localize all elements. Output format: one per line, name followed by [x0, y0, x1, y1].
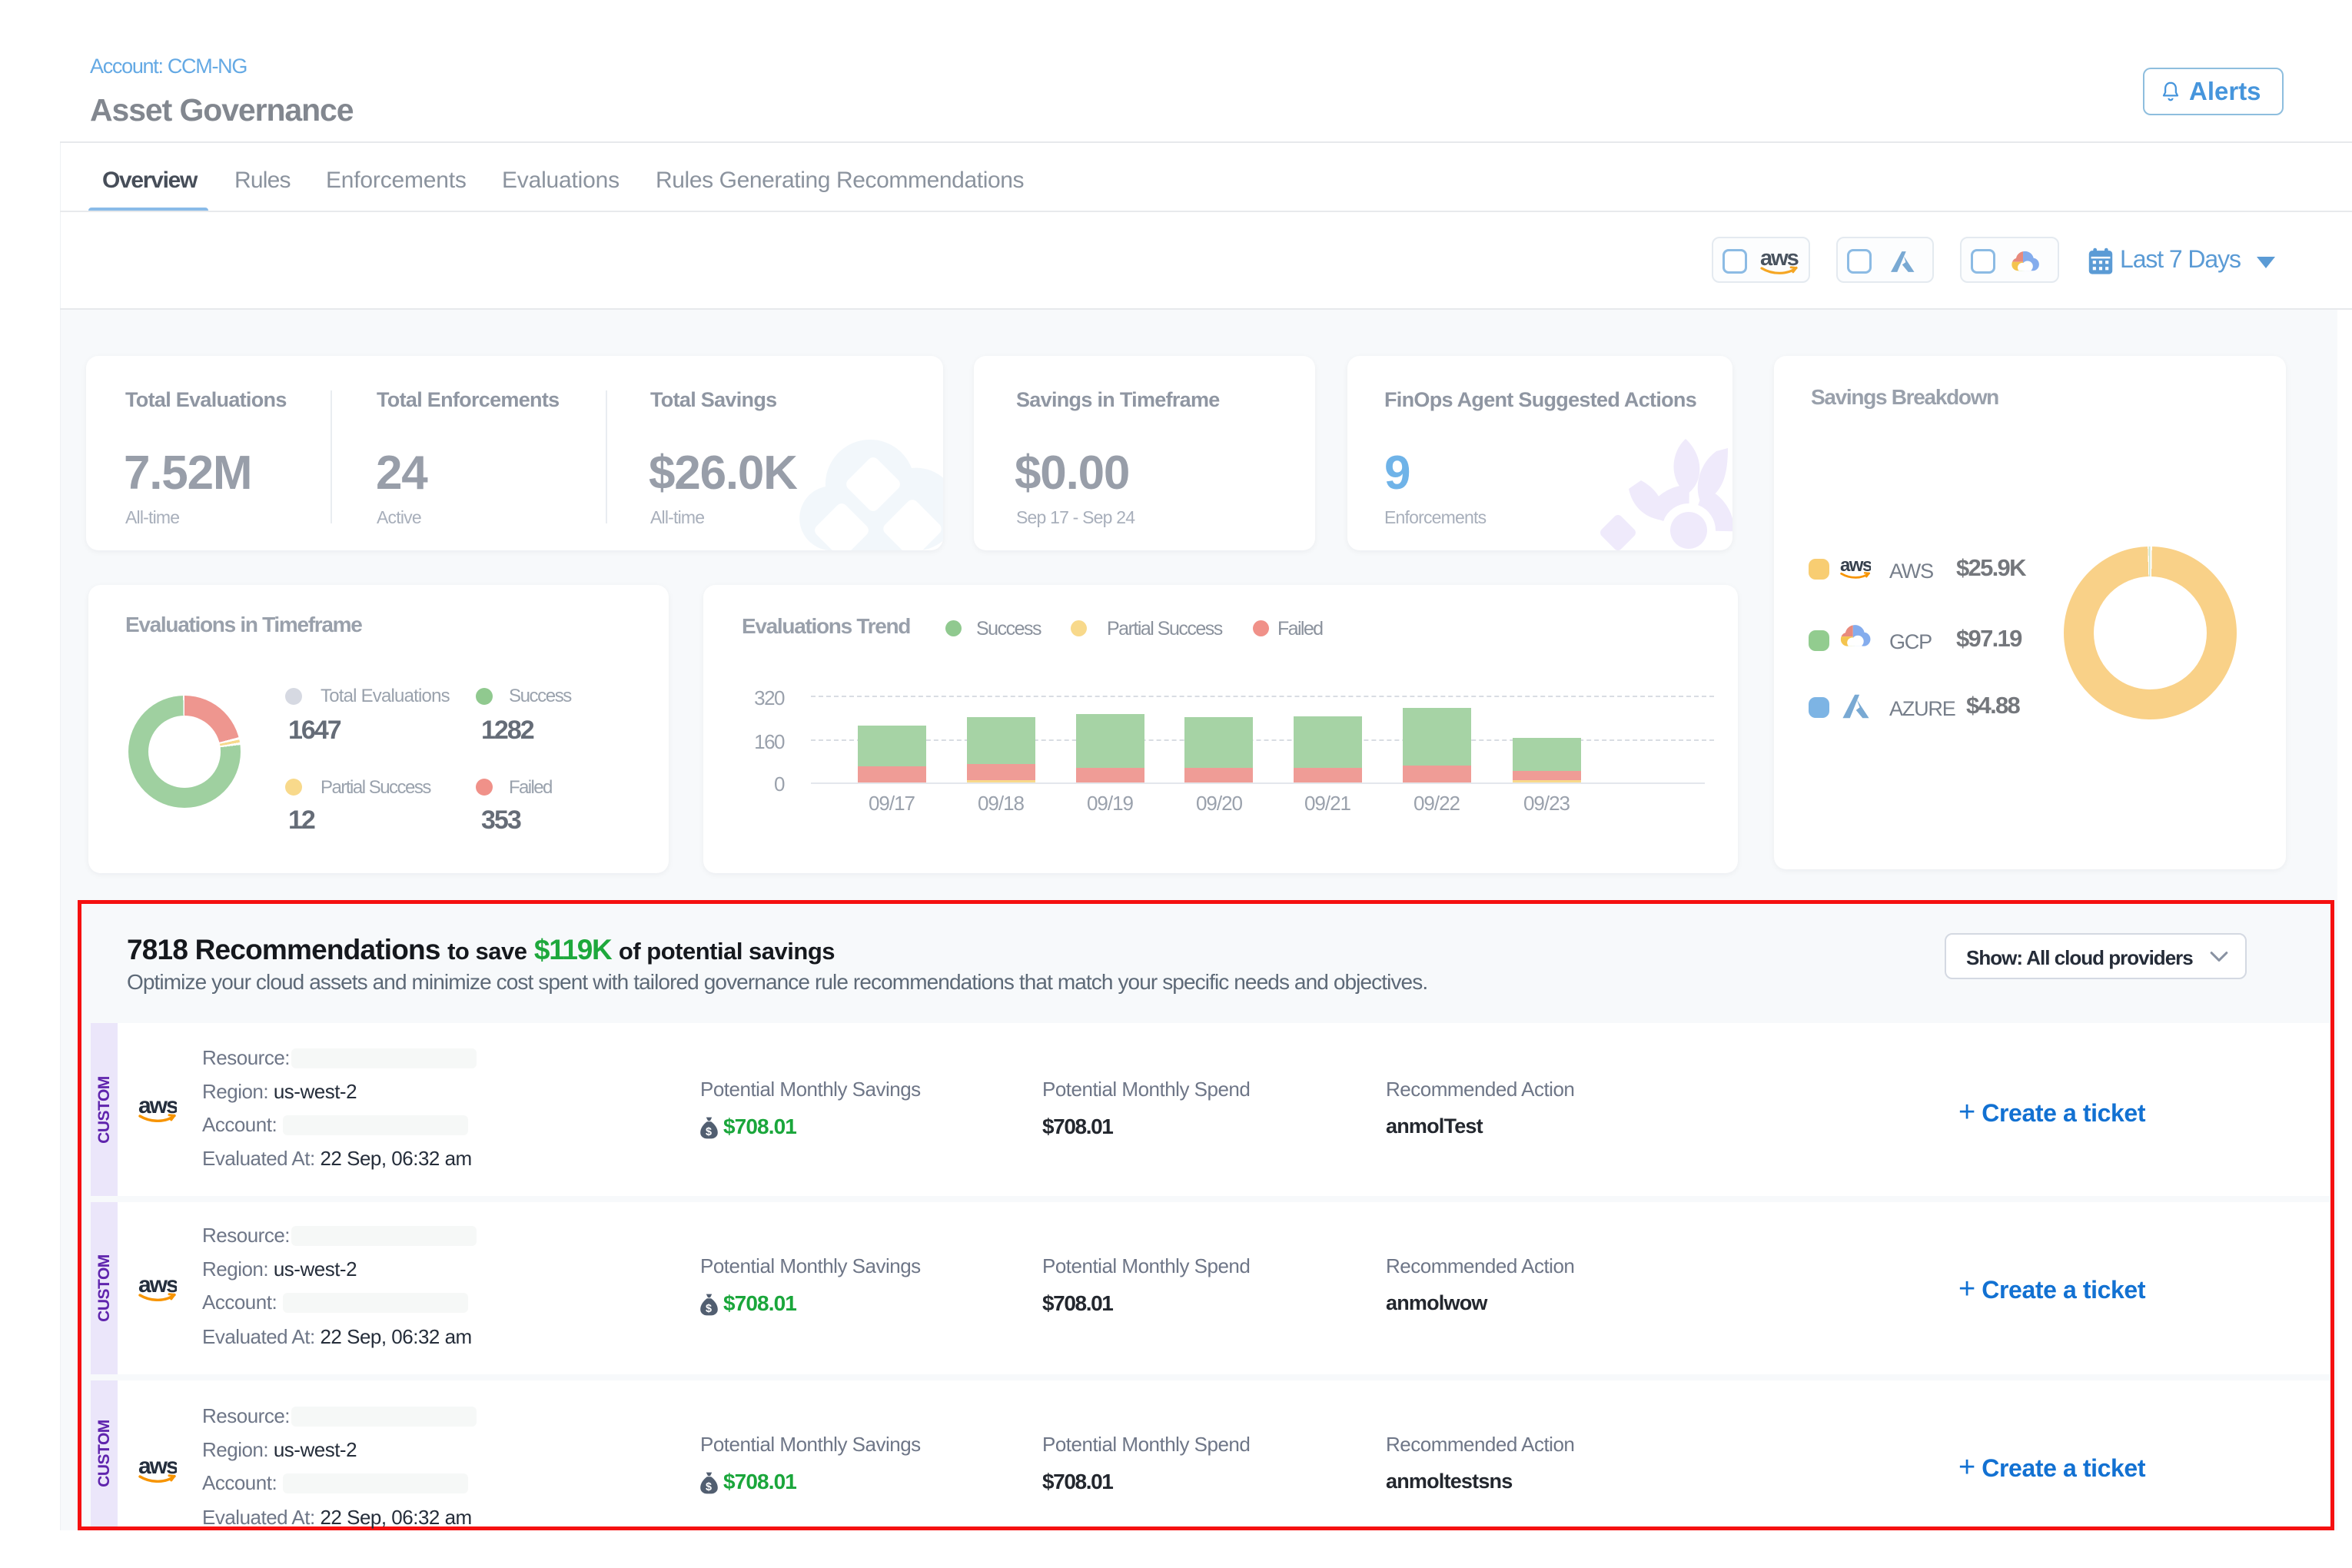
svg-text:$: $ — [706, 1126, 712, 1138]
svg-text:$: $ — [706, 1303, 712, 1315]
svg-text:$: $ — [706, 1481, 712, 1493]
